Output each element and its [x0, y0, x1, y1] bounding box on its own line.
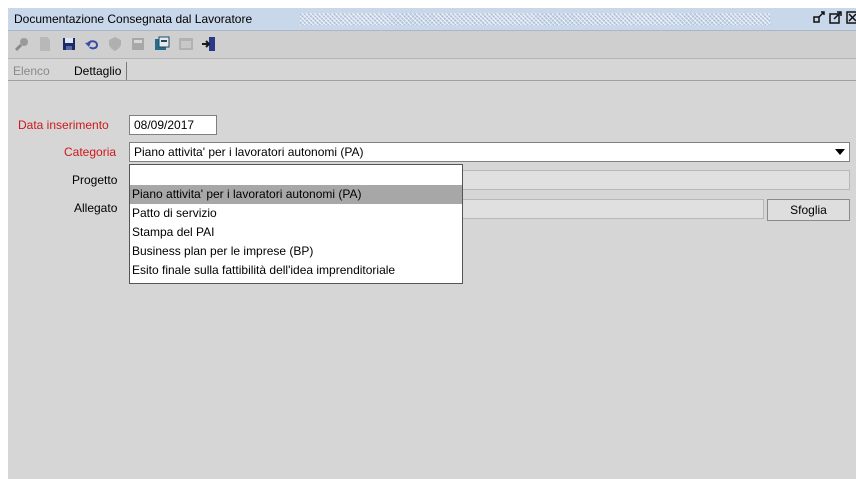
title-bar[interactable]: Documentazione Consegnata dal Lavoratore	[8, 8, 856, 31]
categoria-value: Piano attivita' per i lavoratori autonom…	[134, 145, 364, 159]
close-icon[interactable]	[846, 11, 856, 24]
window-title: Documentazione Consegnata dal Lavoratore	[14, 12, 253, 26]
copy-icon[interactable]	[154, 36, 170, 52]
tab-divider	[8, 80, 856, 81]
progetto-label: Progetto	[72, 173, 118, 187]
search-icon[interactable]	[14, 36, 30, 52]
exit-icon[interactable]	[201, 36, 217, 52]
dropdown-option[interactable]: Patto di servizio	[130, 204, 462, 223]
tab-elenco-label: Elenco	[13, 64, 50, 78]
print-icon[interactable]	[130, 36, 146, 52]
dropdown-option-empty[interactable]	[130, 165, 462, 185]
data-inserimento-label: Data inserimento	[18, 118, 109, 132]
data-inserimento-field[interactable]: 08/09/2017	[129, 115, 217, 135]
chevron-down-icon[interactable]	[835, 149, 845, 155]
save-icon[interactable]	[61, 36, 77, 52]
calendar-icon[interactable]	[178, 36, 194, 52]
data-inserimento-value: 08/09/2017	[134, 118, 195, 132]
tab-bar: Elenco Dettaglio	[8, 59, 856, 81]
allegato-label: Allegato	[74, 201, 118, 215]
dropdown-option[interactable]: Stampa del PAI	[130, 223, 462, 242]
tab-dettaglio[interactable]: Dettaglio	[69, 62, 128, 80]
categoria-dropdown-list: Piano attivita' per i lavoratori autonom…	[129, 164, 463, 284]
new-document-icon[interactable]	[37, 36, 53, 52]
dropdown-option[interactable]: Piano attivita' per i lavoratori autonom…	[130, 185, 462, 204]
title-bar-grip	[300, 13, 770, 25]
toolbar	[8, 31, 856, 59]
restore-icon[interactable]	[813, 11, 826, 24]
dropdown-option[interactable]: Business plan per le imprese (BP)	[130, 242, 462, 261]
shield-icon[interactable]	[107, 36, 123, 52]
sfoglia-button[interactable]: Sfoglia	[767, 199, 850, 221]
dropdown-option[interactable]: Esito finale sulla fattibilità dell'idea…	[130, 261, 462, 280]
maximize-icon[interactable]	[829, 11, 842, 24]
undo-icon[interactable]	[84, 36, 100, 52]
categoria-label: Categoria	[64, 145, 117, 159]
document-window: Documentazione Consegnata dal Lavoratore	[8, 8, 856, 479]
tab-elenco[interactable]: Elenco	[8, 62, 55, 80]
categoria-select[interactable]: Piano attivita' per i lavoratori autonom…	[129, 142, 850, 162]
tab-dettaglio-label: Dettaglio	[74, 64, 122, 78]
